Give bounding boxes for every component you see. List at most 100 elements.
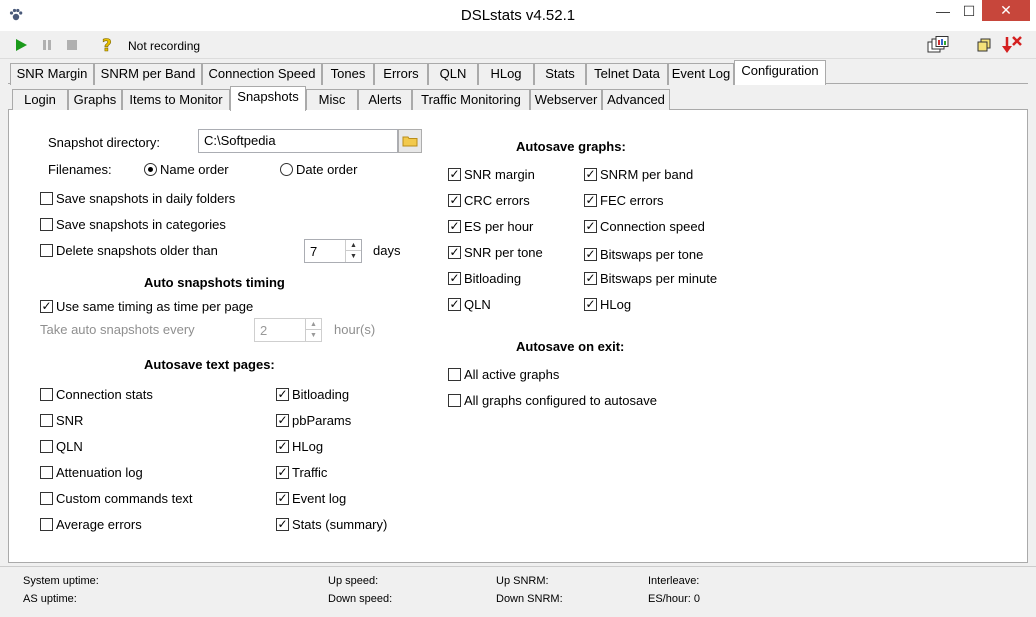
play-icon[interactable] xyxy=(11,35,31,55)
graph-hlog-checkbox[interactable]: ✓ xyxy=(584,298,597,311)
graph-crc-errors-checkbox[interactable]: ✓ xyxy=(448,194,461,207)
text-pbparams-label[interactable]: pbParams xyxy=(292,413,351,428)
daily-folders-label[interactable]: Save snapshots in daily folders xyxy=(56,191,235,206)
tab-errors[interactable]: Errors xyxy=(374,63,428,85)
tab-alerts[interactable]: Alerts xyxy=(358,89,412,111)
graph-qln-checkbox[interactable]: ✓ xyxy=(448,298,461,311)
tab-telnet-data[interactable]: Telnet Data xyxy=(586,63,668,85)
text-event-log-label[interactable]: Event log xyxy=(292,491,346,506)
text-custom-commands-checkbox[interactable] xyxy=(40,492,53,505)
text-average-errors-checkbox[interactable] xyxy=(40,518,53,531)
stepper-up-icon[interactable]: ▲ xyxy=(306,319,321,330)
tab-qln[interactable]: QLN xyxy=(428,63,478,85)
text-qln-label[interactable]: QLN xyxy=(56,439,83,454)
tab-event-log[interactable]: Event Log xyxy=(668,63,734,85)
tab-tones[interactable]: Tones xyxy=(322,63,374,85)
tab-webserver[interactable]: Webserver xyxy=(530,89,602,111)
text-snr-checkbox[interactable] xyxy=(40,414,53,427)
delete-older-label[interactable]: Delete snapshots older than xyxy=(56,243,218,258)
text-average-errors-label[interactable]: Average errors xyxy=(56,517,142,532)
text-hlog-checkbox[interactable]: ✓ xyxy=(276,440,289,453)
tab-snr-margin[interactable]: SNR Margin xyxy=(10,63,94,85)
exit-all-active-checkbox[interactable] xyxy=(448,368,461,381)
exit-all-configured-label[interactable]: All graphs configured to autosave xyxy=(464,393,657,408)
graph-fec-errors-label[interactable]: FEC errors xyxy=(600,193,664,208)
text-bitloading-label[interactable]: Bitloading xyxy=(292,387,349,402)
graph-snr-per-tone-label[interactable]: SNR per tone xyxy=(464,245,543,260)
same-timing-label[interactable]: Use same timing as time per page xyxy=(56,299,253,314)
name-order-radio[interactable] xyxy=(144,163,157,176)
tab-snapshots[interactable]: Snapshots xyxy=(230,86,306,111)
graph-fec-errors-checkbox[interactable]: ✓ xyxy=(584,194,597,207)
graph-connection-speed-checkbox[interactable]: ✓ xyxy=(584,220,597,233)
tab-stats[interactable]: Stats xyxy=(534,63,586,85)
graph-crc-errors-label[interactable]: CRC errors xyxy=(464,193,530,208)
text-attenuation-log-checkbox[interactable] xyxy=(40,466,53,479)
graph-qln-label[interactable]: QLN xyxy=(464,297,491,312)
tab-graphs[interactable]: Graphs xyxy=(68,89,122,111)
browse-folder-button[interactable] xyxy=(398,129,422,153)
tab-login[interactable]: Login xyxy=(12,89,68,111)
graph-bitswaps-per-minute-checkbox[interactable]: ✓ xyxy=(584,272,597,285)
name-order-label[interactable]: Name order xyxy=(160,162,229,177)
text-pbparams-checkbox[interactable]: ✓ xyxy=(276,414,289,427)
stepper-down-icon[interactable]: ▼ xyxy=(306,330,321,341)
stepper-down-icon[interactable]: ▼ xyxy=(346,251,361,262)
restore-icon[interactable] xyxy=(974,35,994,55)
text-stats-summary-label[interactable]: Stats (summary) xyxy=(292,517,387,532)
text-connection-stats-label[interactable]: Connection stats xyxy=(56,387,153,402)
text-custom-commands-label[interactable]: Custom commands text xyxy=(56,491,193,506)
same-timing-checkbox[interactable]: ✓ xyxy=(40,300,53,313)
text-traffic-checkbox[interactable]: ✓ xyxy=(276,466,289,479)
categories-label[interactable]: Save snapshots in categories xyxy=(56,217,226,232)
graph-snr-margin-checkbox[interactable]: ✓ xyxy=(448,168,461,181)
stop-icon[interactable] xyxy=(62,35,82,55)
graph-es-per-hour-label[interactable]: ES per hour xyxy=(464,219,533,234)
graph-snrm-per-band-checkbox[interactable]: ✓ xyxy=(584,168,597,181)
tab-misc[interactable]: Misc xyxy=(306,89,358,111)
graph-hlog-label[interactable]: HLog xyxy=(600,297,631,312)
date-order-label[interactable]: Date order xyxy=(296,162,357,177)
tab-items-to-monitor[interactable]: Items to Monitor xyxy=(122,89,230,111)
graph-bitswaps-per-tone-label[interactable]: Bitswaps per tone xyxy=(600,247,703,262)
graph-es-per-hour-checkbox[interactable]: ✓ xyxy=(448,220,461,233)
text-connection-stats-checkbox[interactable] xyxy=(40,388,53,401)
text-attenuation-log-label[interactable]: Attenuation log xyxy=(56,465,143,480)
graph-snrm-per-band-label[interactable]: SNRM per band xyxy=(600,167,693,182)
hours-stepper[interactable]: 2 ▲ ▼ xyxy=(254,318,322,342)
tab-traffic-monitoring[interactable]: Traffic Monitoring xyxy=(412,89,530,111)
minimize-button[interactable]: — xyxy=(930,0,956,22)
date-order-radio[interactable] xyxy=(280,163,293,176)
graph-bitswaps-per-minute-label[interactable]: Bitswaps per minute xyxy=(600,271,717,286)
tab-snrm-per-band[interactable]: SNRM per Band xyxy=(94,63,202,85)
delete-older-checkbox[interactable] xyxy=(40,244,53,257)
text-traffic-label[interactable]: Traffic xyxy=(292,465,327,480)
tab-hlog[interactable]: HLog xyxy=(478,63,534,85)
graph-connection-speed-label[interactable]: Connection speed xyxy=(600,219,705,234)
tab-advanced[interactable]: Advanced xyxy=(602,89,670,111)
snapshot-directory-input[interactable]: C:\Softpedia xyxy=(198,129,398,153)
categories-checkbox[interactable] xyxy=(40,218,53,231)
daily-folders-checkbox[interactable] xyxy=(40,192,53,205)
tab-configuration[interactable]: Configuration xyxy=(734,60,826,85)
text-qln-checkbox[interactable] xyxy=(40,440,53,453)
tab-connection-speed[interactable]: Connection Speed xyxy=(202,63,322,85)
pause-icon[interactable] xyxy=(37,35,57,55)
graph-bitloading-label[interactable]: Bitloading xyxy=(464,271,521,286)
text-bitloading-checkbox[interactable]: ✓ xyxy=(276,388,289,401)
text-stats-summary-checkbox[interactable]: ✓ xyxy=(276,518,289,531)
stepper-up-icon[interactable]: ▲ xyxy=(346,240,361,251)
close-button[interactable]: ✕ xyxy=(982,0,1030,21)
help-icon[interactable]: ? xyxy=(97,35,117,55)
text-snr-label[interactable]: SNR xyxy=(56,413,83,428)
windows-icon[interactable] xyxy=(926,35,950,55)
days-stepper[interactable]: 7 ▲ ▼ xyxy=(304,239,362,263)
graph-snr-per-tone-checkbox[interactable]: ✓ xyxy=(448,246,461,259)
graph-bitloading-checkbox[interactable]: ✓ xyxy=(448,272,461,285)
close-arrow-icon[interactable] xyxy=(1000,35,1024,55)
text-hlog-label[interactable]: HLog xyxy=(292,439,323,454)
maximize-button[interactable]: ☐ xyxy=(956,0,982,22)
exit-all-configured-checkbox[interactable] xyxy=(448,394,461,407)
exit-all-active-label[interactable]: All active graphs xyxy=(464,367,559,382)
graph-snr-margin-label[interactable]: SNR margin xyxy=(464,167,535,182)
